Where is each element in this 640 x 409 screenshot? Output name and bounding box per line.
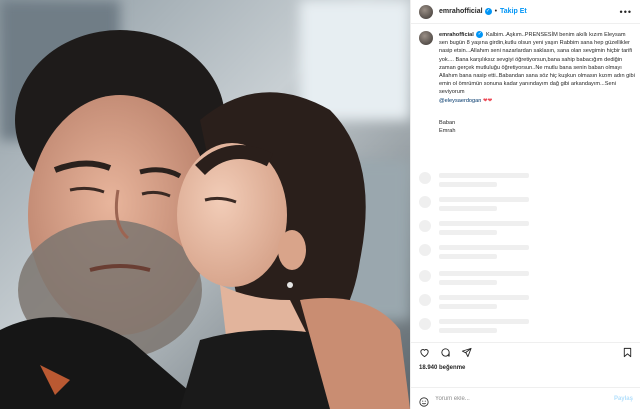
post-caption: emrahofficial ✓ Kalbim..Aşkım..PRENSESİM…: [419, 31, 635, 105]
bookmark-icon[interactable]: [622, 347, 633, 358]
hearts-emoji: ❤❤: [482, 97, 493, 104]
caption-username[interactable]: emrahofficial: [439, 32, 474, 38]
post-photo[interactable]: [0, 0, 410, 409]
verified-badge-icon: ✓: [476, 31, 484, 39]
verified-badge-icon: ✓: [484, 8, 492, 15]
comment-input[interactable]: [435, 395, 595, 402]
post-actions-bar: [411, 342, 640, 362]
post-side-panel: emrahofficial ✓ • Takip Et ••• emrahoffi…: [410, 0, 640, 409]
post-comment-button[interactable]: Paylaş: [614, 396, 633, 402]
comment-placeholder: [419, 220, 633, 235]
comment-placeholder: [419, 196, 633, 211]
caption-text: Kalbim..Aşkım..PRENSESİM benim akıllı kı…: [439, 32, 635, 96]
follow-button[interactable]: Takip Et: [500, 8, 527, 15]
share-icon[interactable]: [461, 347, 472, 358]
caption-text-block: emrahofficial ✓ Kalbim..Aşkım..PRENSESİM…: [439, 31, 635, 105]
heart-icon[interactable]: [419, 347, 430, 358]
comment-placeholder: [419, 294, 633, 309]
comment-placeholder: [419, 318, 633, 333]
photo-illustration: [0, 0, 410, 409]
post-header: emrahofficial ✓ • Takip Et •••: [411, 0, 640, 24]
likes-count[interactable]: 18.940 beğenme: [419, 365, 465, 371]
emoji-icon[interactable]: [419, 394, 429, 407]
mention-link[interactable]: @eleysaerdogan: [439, 98, 481, 104]
avatar[interactable]: [419, 4, 433, 19]
comment-placeholder: [419, 270, 633, 285]
header-username[interactable]: emrahofficial: [439, 8, 483, 15]
comment-icon[interactable]: [440, 347, 451, 358]
caption-avatar[interactable]: [419, 31, 433, 45]
more-options-icon[interactable]: •••: [620, 7, 632, 17]
caption-signature: Baban Emrah: [439, 120, 456, 135]
comment-placeholder: [419, 172, 633, 187]
header-separator: •: [494, 8, 498, 15]
add-comment-bar: Paylaş: [411, 387, 640, 409]
instagram-post-view: emrahofficial ✓ • Takip Et ••• emrahoffi…: [0, 0, 640, 409]
comment-placeholder: [419, 244, 633, 259]
